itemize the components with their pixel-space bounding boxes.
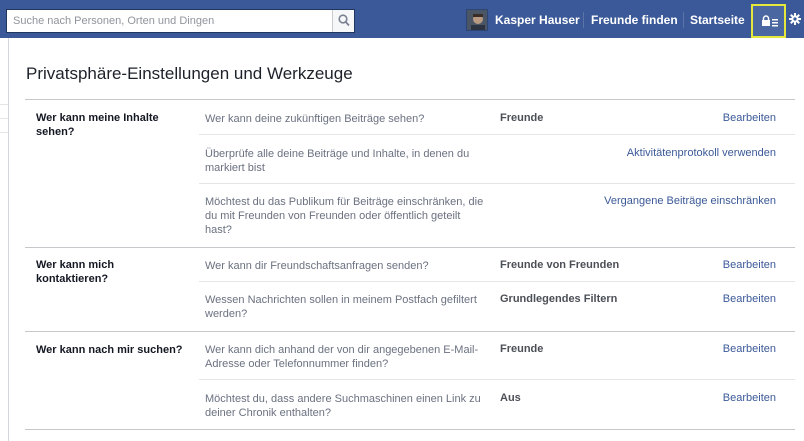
sidebar-divider [0,104,8,105]
setting-question: Möchtest du, dass andere Suchmaschinen e… [205,393,481,419]
setting-question: Wessen Nachrichten sollen in meinem Post… [205,294,477,320]
activity-log-link[interactable]: Aktivitätenprotokoll verwenden [627,147,776,159]
search-box [6,9,355,33]
section-divider [25,247,795,248]
left-sidebar-strip [0,38,9,441]
lock-menu-icon [762,15,778,27]
setting-question: Wer kann deine zukünftigen Beiträge sehe… [205,113,425,125]
setting-value: Freunde von Freunden [500,259,620,271]
row-divider [199,281,795,282]
avatar[interactable] [466,9,488,31]
setting-value: Grundlegendes Filtern [500,293,618,305]
row-divider [199,379,795,380]
settings-panel: Privatsphäre-Einstellungen und Werkzeuge… [9,38,804,441]
find-friends-link[interactable]: Freunde finden [591,13,678,27]
edit-link[interactable]: Bearbeiten [723,392,776,404]
setting-value: Freunde [500,343,544,355]
section-divider [25,99,795,100]
row-divider [199,134,795,135]
edit-link[interactable]: Bearbeiten [723,343,776,355]
edit-link[interactable]: Bearbeiten [723,112,776,124]
setting-question: Wer kann dir Freundschaftsanfragen sende… [205,260,429,272]
nav-divider [583,12,584,28]
search-input[interactable] [7,10,333,32]
setting-question: Wer kann dich anhand der von dir angegeb… [205,344,479,370]
setting-question: Überprüfe alle deine Beiträge und Inhalt… [205,148,470,174]
section-divider [25,429,795,430]
setting-value: Aus [500,392,521,404]
section-divider [25,331,795,332]
gear-icon[interactable] [789,13,801,25]
section-title: Wer kann nach mir suchen? [36,344,183,356]
setting-value: Freunde [500,112,544,124]
search-button[interactable] [332,10,354,32]
section-title: Wer kann mich kontaktieren? [36,259,115,285]
top-navigation-bar: Kasper Hauser Freunde finden Startseite [0,0,804,39]
home-link[interactable]: Startseite [690,13,745,27]
avatar-image [467,10,487,30]
nav-divider [683,12,684,28]
limit-past-posts-link[interactable]: Vergangene Beiträge einschränken [604,195,776,207]
page-title: Privatsphäre-Einstellungen und Werkzeuge [26,64,353,83]
section-title: Wer kann meine Inhalte sehen? [36,112,159,138]
sidebar-divider [0,118,8,119]
sidebar-divider [0,132,8,133]
magnifier-icon [338,14,350,27]
edit-link[interactable]: Bearbeiten [723,293,776,305]
privacy-shortcuts-button[interactable] [751,4,786,38]
profile-link[interactable]: Kasper Hauser [495,13,580,27]
edit-link[interactable]: Bearbeiten [723,259,776,271]
row-divider [199,183,795,184]
setting-question: Möchtest du das Publikum für Beiträge ei… [205,196,484,236]
